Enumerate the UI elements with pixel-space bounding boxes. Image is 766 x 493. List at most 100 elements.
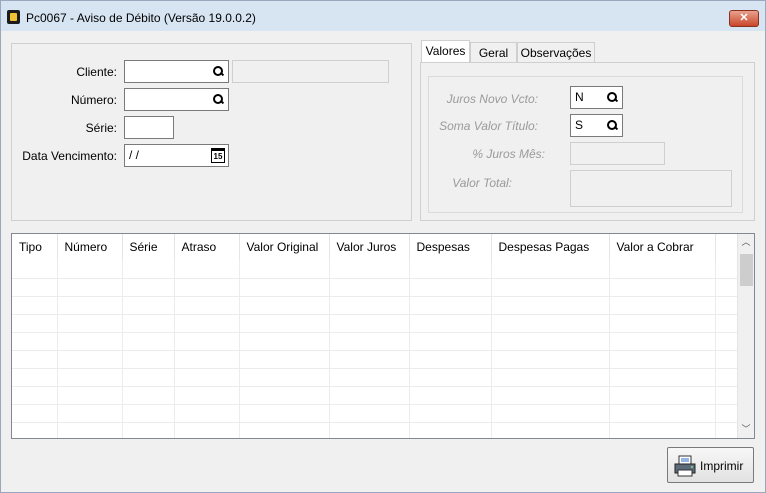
table-cell[interactable] [57, 314, 123, 333]
table-cell[interactable] [491, 386, 610, 405]
table-cell[interactable] [57, 260, 123, 279]
table-cell[interactable] [57, 332, 123, 351]
table-cell[interactable] [609, 332, 716, 351]
table-cell[interactable] [491, 332, 610, 351]
table-cell[interactable] [122, 314, 175, 333]
table-cell[interactable] [122, 368, 175, 387]
column-header-valor-a-cobrar[interactable]: Valor a Cobrar [609, 234, 716, 260]
table-cell[interactable] [239, 404, 330, 423]
table-cell[interactable] [174, 278, 240, 297]
table-cell[interactable] [491, 368, 610, 387]
table-cell[interactable] [715, 314, 739, 333]
column-header-valor-original[interactable]: Valor Original [239, 234, 330, 260]
table-cell[interactable] [329, 404, 410, 423]
table-cell[interactable] [174, 350, 240, 369]
table-cell[interactable] [491, 278, 610, 297]
cliente-input[interactable] [124, 60, 229, 83]
table-row[interactable] [12, 296, 739, 315]
table-cell[interactable] [239, 314, 330, 333]
table-cell[interactable] [239, 260, 330, 279]
table-cell[interactable] [409, 332, 492, 351]
table-cell[interactable] [12, 404, 58, 423]
table-cell[interactable] [609, 386, 716, 405]
table-cell[interactable] [329, 296, 410, 315]
table-cell[interactable] [609, 422, 716, 438]
table-cell[interactable] [491, 260, 610, 279]
table-cell[interactable] [329, 332, 410, 351]
table-cell[interactable] [491, 314, 610, 333]
table-cell[interactable] [409, 260, 492, 279]
table-cell[interactable] [174, 368, 240, 387]
table-cell[interactable] [491, 296, 610, 315]
table-cell[interactable] [609, 350, 716, 369]
table-cell[interactable] [409, 296, 492, 315]
search-icon[interactable] [606, 91, 619, 104]
table-cell[interactable] [715, 386, 739, 405]
table-cell[interactable] [12, 350, 58, 369]
table-cell[interactable] [57, 368, 123, 387]
table-cell[interactable] [715, 260, 739, 279]
table-cell[interactable] [239, 386, 330, 405]
table-cell[interactable] [239, 332, 330, 351]
table-cell[interactable] [329, 422, 410, 438]
imprimir-button[interactable]: Imprimir [667, 447, 754, 483]
table-cell[interactable] [12, 278, 58, 297]
table-row[interactable] [12, 278, 739, 297]
table-cell[interactable] [12, 422, 58, 438]
table-cell[interactable] [57, 422, 123, 438]
table-cell[interactable] [174, 332, 240, 351]
table-cell[interactable] [409, 368, 492, 387]
calendar-icon[interactable]: 15 [211, 148, 225, 163]
table-cell[interactable] [12, 314, 58, 333]
table-cell[interactable] [12, 260, 58, 279]
table-cell[interactable] [174, 260, 240, 279]
table-cell[interactable] [12, 296, 58, 315]
table-cell[interactable] [329, 314, 410, 333]
column-header-serie[interactable]: Série [122, 234, 175, 260]
vertical-scrollbar[interactable]: ︿ ﹀ [737, 234, 754, 438]
table-cell[interactable] [122, 350, 175, 369]
table-cell[interactable] [329, 350, 410, 369]
search-icon[interactable] [212, 65, 225, 78]
table-cell[interactable] [609, 368, 716, 387]
table-cell[interactable] [409, 404, 492, 423]
table-cell[interactable] [122, 386, 175, 405]
tab-geral[interactable]: Geral [470, 42, 517, 63]
close-button[interactable]: ✕ [729, 10, 759, 27]
column-header-numero[interactable]: Número [57, 234, 123, 260]
table-cell[interactable] [491, 422, 610, 438]
title-bar[interactable]: Pc0067 - Aviso de Débito (Versão 19.0.0.… [1, 1, 765, 31]
table-cell[interactable] [609, 404, 716, 423]
table-cell[interactable] [122, 278, 175, 297]
table-cell[interactable] [609, 314, 716, 333]
table-cell[interactable] [122, 422, 175, 438]
table-cell[interactable] [239, 368, 330, 387]
table-row[interactable] [12, 314, 739, 333]
column-header-despesas[interactable]: Despesas [409, 234, 492, 260]
table-cell[interactable] [122, 332, 175, 351]
table-cell[interactable] [609, 296, 716, 315]
table-cell[interactable] [57, 350, 123, 369]
table-cell[interactable] [12, 332, 58, 351]
table-row[interactable] [12, 404, 739, 423]
table-cell[interactable] [609, 260, 716, 279]
table-cell[interactable] [57, 296, 123, 315]
search-icon[interactable] [606, 119, 619, 132]
table-cell[interactable] [12, 386, 58, 405]
table-cell[interactable] [329, 278, 410, 297]
table-cell[interactable] [174, 404, 240, 423]
serie-input[interactable] [124, 116, 174, 139]
table-cell[interactable] [409, 278, 492, 297]
table-row[interactable] [12, 332, 739, 351]
soma-valor-titulo-input[interactable]: S [570, 114, 623, 137]
column-header-valor-juros[interactable]: Valor Juros [329, 234, 410, 260]
table-cell[interactable] [715, 332, 739, 351]
debits-grid[interactable]: Tipo Número Série Atraso Valor Original … [11, 233, 755, 439]
tab-observacoes[interactable]: Observações [517, 42, 595, 63]
table-cell[interactable] [715, 368, 739, 387]
table-row[interactable] [12, 350, 739, 369]
table-cell[interactable] [329, 260, 410, 279]
table-cell[interactable] [715, 278, 739, 297]
search-icon[interactable] [212, 93, 225, 106]
table-cell[interactable] [715, 404, 739, 423]
